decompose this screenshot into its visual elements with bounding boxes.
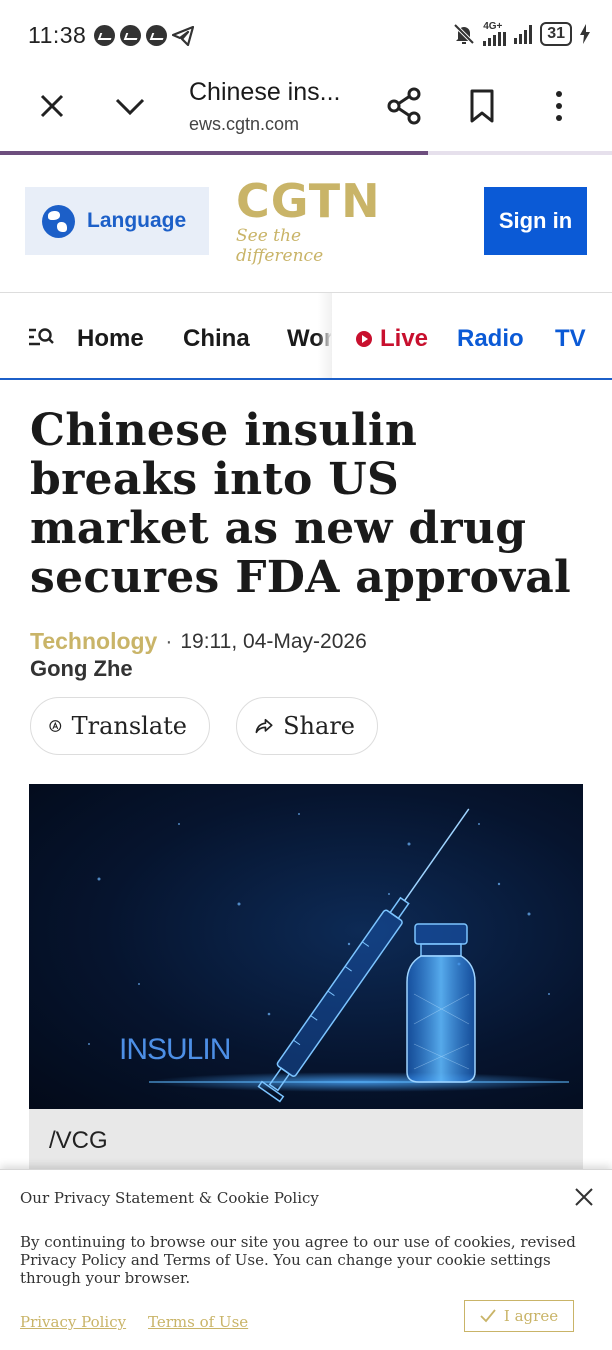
url-text[interactable]: ews.cgtn.com (189, 114, 299, 135)
privacy-policy-link[interactable]: Privacy Policy (20, 1313, 126, 1331)
article-author: Gong Zhe (30, 656, 133, 681)
browser-toolbar: Chinese ins... ews.cgtn.com (0, 68, 612, 152)
telegram-icon (172, 25, 194, 46)
progress-fill (0, 151, 429, 155)
share-label: Share (283, 712, 355, 740)
close-icon[interactable] (36, 90, 68, 122)
terms-of-use-link[interactable]: Terms of Use (148, 1313, 248, 1331)
article-category[interactable]: Technology (30, 628, 157, 655)
status-indicators: 4G+ 31 (453, 22, 590, 46)
page-load-progress (0, 151, 612, 155)
battery-icon: 31 (540, 22, 572, 46)
agree-label: I agree (503, 1307, 559, 1325)
site-header: Language CGTN See the difference Sign in (0, 160, 612, 290)
charging-icon (580, 24, 590, 44)
globe-icon (42, 204, 75, 238)
cookie-banner: Our Privacy Statement & Cookie Policy By… (0, 1169, 612, 1350)
nav-item-china[interactable]: China (183, 325, 250, 353)
article-headline: Chinese insulin breaks into US market as… (30, 405, 572, 603)
article-meta: Technology · 19:11, 04-May-2026 (30, 628, 367, 655)
logo-tagline: See the difference (236, 226, 324, 266)
cgtn-logo[interactable]: CGTN See the difference (236, 174, 381, 266)
share-button[interactable]: Share (236, 697, 378, 755)
messenger-icon (94, 25, 115, 46)
image-caption: /VCG (29, 1109, 583, 1169)
signal-icon (514, 24, 533, 44)
bookmark-icon[interactable] (468, 88, 496, 124)
signal-icon (483, 32, 507, 46)
close-icon[interactable] (574, 1187, 594, 1207)
nav-underline (0, 378, 612, 380)
article-timestamp: 19:11, 04-May-2026 (180, 629, 367, 653)
nav-item-home[interactable]: Home (77, 325, 144, 353)
check-icon (480, 1309, 496, 1323)
nav-item-radio[interactable]: Radio (457, 325, 524, 353)
translate-label: Translate (71, 712, 187, 740)
nav-item-tv[interactable]: TV (555, 325, 586, 353)
mute-bell-icon (453, 23, 475, 45)
main-nav: Home China World Live Radio TV (0, 293, 612, 379)
translate-button[interactable]: Translate (30, 697, 210, 755)
live-label: Live (380, 325, 429, 352)
agree-button[interactable]: I agree (464, 1300, 574, 1332)
network-type: 4G+ (483, 21, 503, 32)
sign-in-button[interactable]: Sign in (484, 187, 587, 255)
logo-text: CGTN (236, 174, 381, 228)
share-icon[interactable] (386, 86, 422, 126)
status-time: 11:38 (28, 22, 87, 48)
language-label: Language (87, 209, 187, 232)
page-title[interactable]: Chinese ins... (189, 78, 340, 107)
insulin-illustration: INSULIN (88, 808, 569, 1103)
nav-item-live[interactable]: Live (356, 325, 428, 353)
live-play-icon (356, 331, 372, 347)
meta-separator: · (165, 629, 173, 653)
nav-scroll-fade (318, 293, 332, 379)
chevron-down-icon[interactable] (112, 90, 148, 122)
more-vert-icon[interactable] (549, 88, 569, 124)
article-image: INSULIN (29, 784, 583, 1109)
translate-icon (49, 720, 62, 732)
status-bar: 11:38 4G+ 31 (0, 0, 612, 68)
menu-search-icon[interactable] (28, 327, 54, 347)
messenger-icon (120, 25, 141, 46)
image-text: INSULIN (119, 1033, 230, 1066)
share-arrow-icon (255, 718, 273, 734)
cookie-body: By continuing to browse our site you agr… (20, 1233, 576, 1287)
messenger-icon (146, 25, 167, 46)
cookie-title: Our Privacy Statement & Cookie Policy (20, 1189, 319, 1207)
language-button[interactable]: Language (25, 187, 209, 255)
notification-icons (94, 25, 194, 46)
